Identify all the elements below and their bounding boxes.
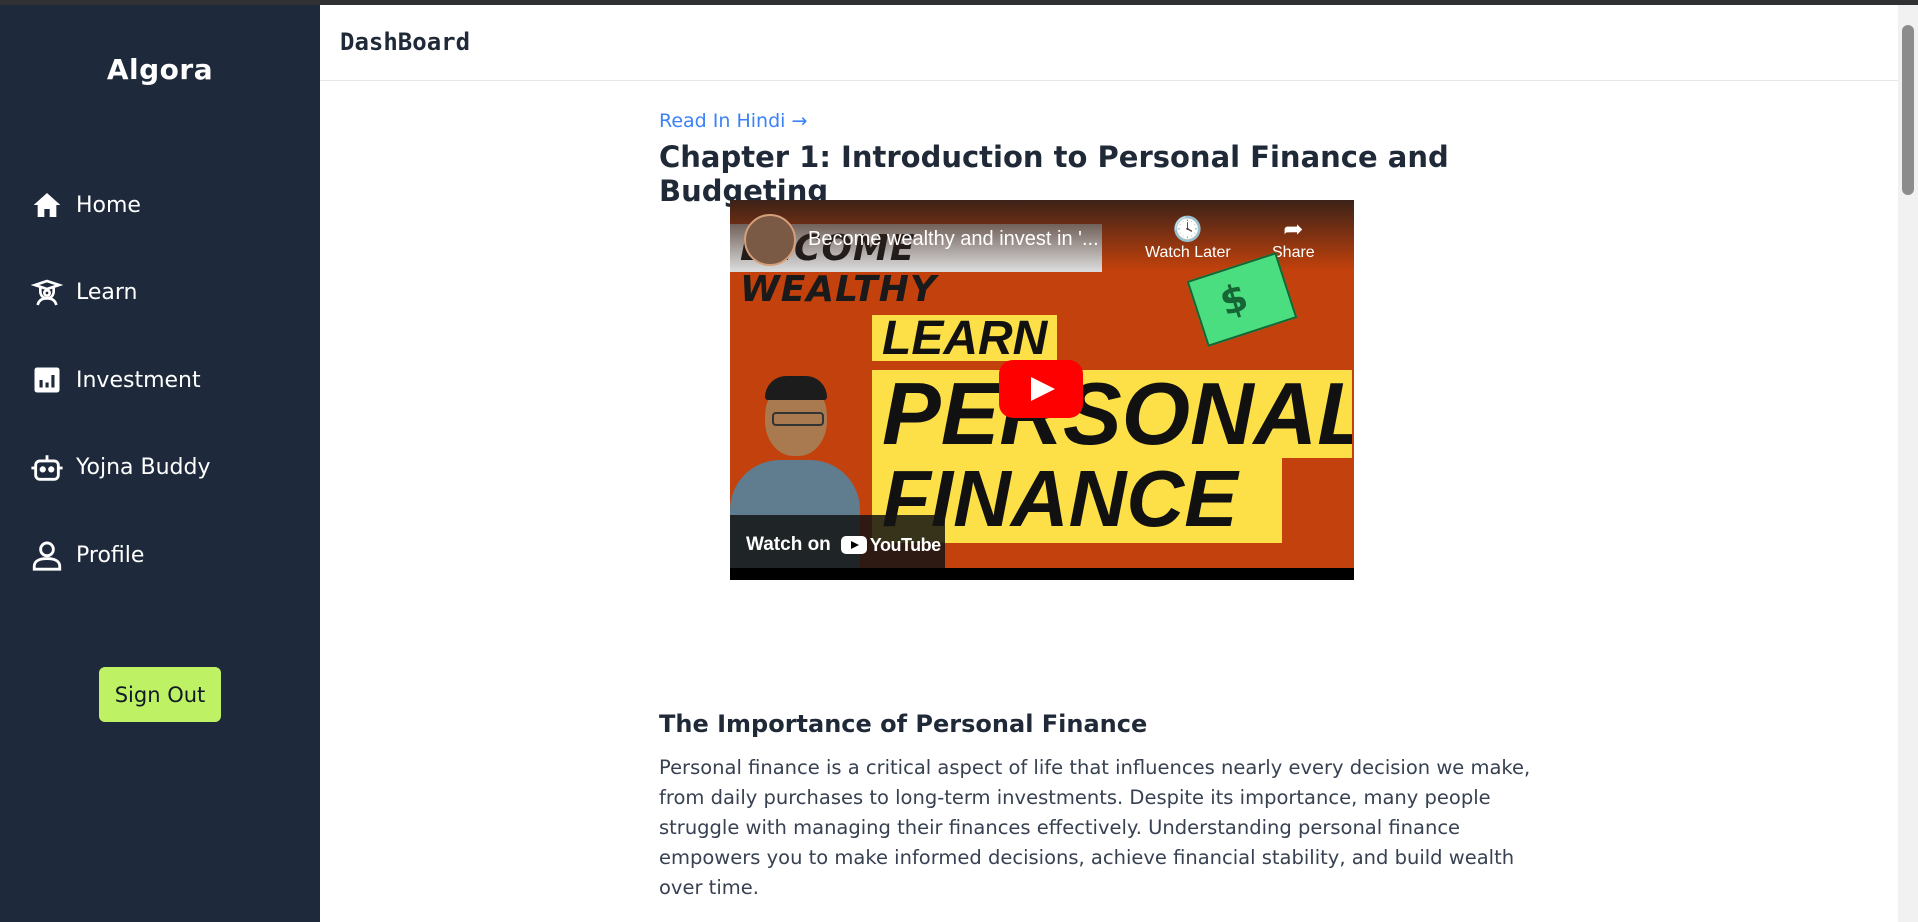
sidebar-item-profile[interactable]: Profile	[30, 535, 211, 575]
share-button[interactable]: ➦ Share	[1272, 216, 1315, 262]
sidebar-item-investment[interactable]: Investment	[30, 360, 211, 400]
top-header: DashBoard	[320, 5, 1898, 81]
main-content: Read In Hindi → Chapter 1: Introduction …	[659, 110, 1559, 899]
scrollbar-thumb[interactable]	[1902, 25, 1914, 195]
thumbnail-banner-line1: LEARN	[872, 315, 1058, 363]
sidebar: Algora Home Learn Investment Yojna Buddy	[0, 5, 320, 922]
page-title: DashBoard	[340, 28, 471, 56]
watch-on-label: Watch on	[746, 534, 831, 555]
sidebar-item-home[interactable]: Home	[30, 185, 211, 225]
play-button[interactable]	[999, 360, 1083, 418]
sidebar-item-label: Yojna Buddy	[76, 455, 211, 480]
sidebar-item-learn[interactable]: Learn	[30, 273, 211, 313]
chapter-title: Chapter 1: Introduction to Personal Fina…	[659, 140, 1449, 208]
youtube-logo-text: YouTube	[869, 534, 941, 555]
share-icon: ➦	[1283, 216, 1304, 243]
youtube-logo-icon: YouTube	[840, 534, 941, 556]
graduate-icon	[30, 276, 64, 310]
watch-on-youtube-button[interactable]: Watch on YouTube	[730, 515, 945, 575]
thumbnail-banner-line2: PERSONAL	[872, 370, 1352, 458]
channel-avatar[interactable]	[744, 214, 796, 266]
page-scrollbar[interactable]	[1898, 5, 1918, 922]
video-title[interactable]: Become wealthy and invest in '...	[808, 228, 1099, 251]
home-icon	[30, 188, 64, 222]
sidebar-item-label: Investment	[76, 367, 201, 393]
brand-logo[interactable]: Algora	[0, 53, 320, 86]
watch-later-label: Watch Later	[1145, 244, 1231, 261]
read-in-hindi-link[interactable]: Read In Hindi →	[659, 110, 807, 132]
sidebar-item-label: Home	[76, 192, 141, 218]
sidebar-item-label: Profile	[76, 542, 145, 568]
sidebar-item-label: Learn	[76, 280, 138, 305]
sidebar-nav: Home Learn Investment Yojna Buddy Profil…	[30, 185, 211, 623]
youtube-video-embed[interactable]: BECOME WEALTHY Become wealthy and invest…	[730, 200, 1354, 580]
sign-out-button[interactable]: Sign Out	[99, 667, 221, 722]
robot-icon	[30, 451, 64, 485]
clock-icon: 🕓	[1172, 216, 1203, 243]
watch-later-button[interactable]: 🕓 Watch Later	[1145, 216, 1231, 262]
chart-icon	[30, 363, 64, 397]
section-paragraph: Personal finance is a critical aspect of…	[659, 756, 1531, 899]
section-title: The Importance of Personal Finance	[659, 710, 1148, 738]
user-icon	[30, 538, 64, 572]
video-bottom-bar	[730, 568, 1354, 580]
sidebar-item-yojna-buddy[interactable]: Yojna Buddy	[30, 448, 211, 488]
